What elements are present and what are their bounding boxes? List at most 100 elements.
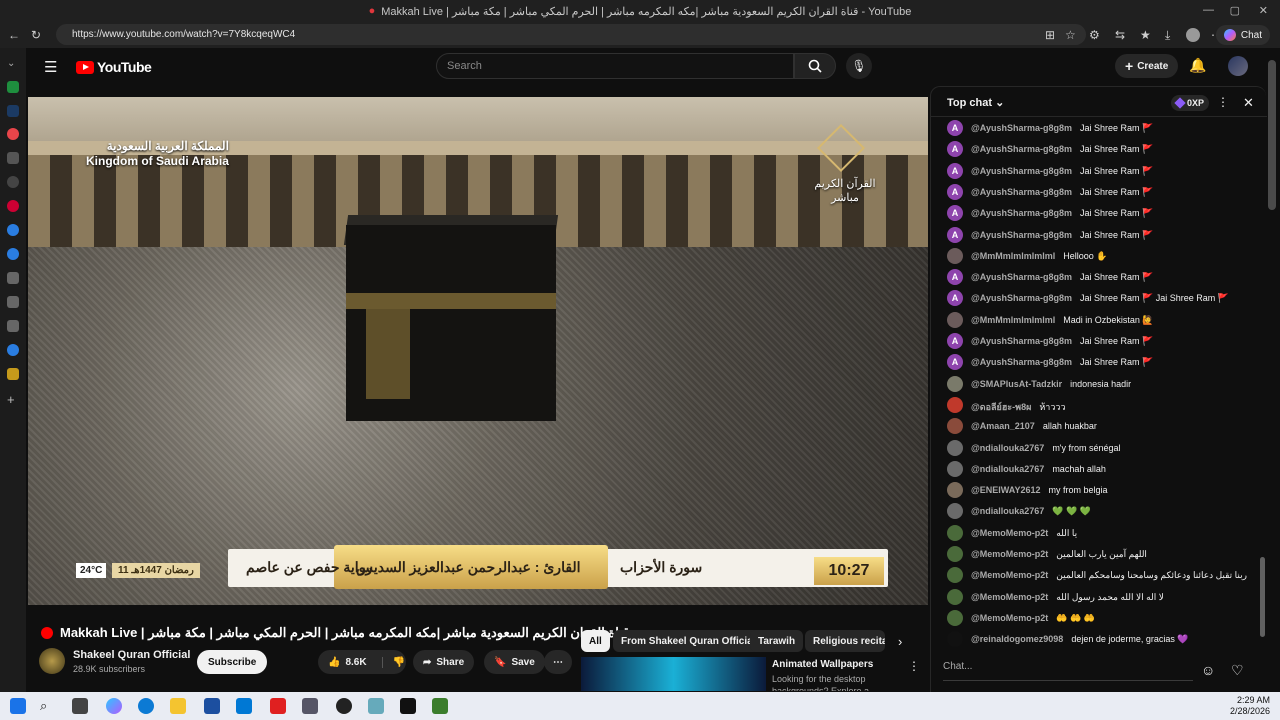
chat-author-name[interactable]: @reinaldogomez9098: [971, 634, 1063, 644]
chat-author-name[interactable]: @MemoMemo-p2t: [971, 613, 1048, 623]
sidebar-collapse-icon[interactable]: ⌄: [7, 58, 19, 70]
taskbar-app4-icon[interactable]: [432, 698, 448, 714]
chat-message[interactable]: @SMAPlusAt-Tadzkir indonesia hadir: [947, 375, 1131, 392]
sidebar-app-record-icon[interactable]: [7, 128, 19, 140]
chat-author-name[interactable]: @MemoMemo-p2t: [971, 549, 1048, 559]
chat-author-avatar[interactable]: A: [947, 269, 963, 286]
copilot-chat-button[interactable]: Chat: [1215, 25, 1270, 45]
subscribe-button[interactable]: Subscribe: [197, 650, 268, 674]
video-player[interactable]: المملكة العربية السعودية Kingdom of Saud…: [28, 97, 928, 605]
chip-religious[interactable]: Religious recitat: [805, 630, 885, 652]
app-available-icon[interactable]: ⊞: [1045, 28, 1055, 42]
chat-message[interactable]: A @AyushSharma-g8g8m Jai Shree Ram 🚩: [947, 205, 1153, 222]
chat-author-avatar[interactable]: A: [947, 290, 963, 307]
close-window-icon[interactable]: ✕: [1259, 4, 1268, 17]
taskbar-search-icon[interactable]: ⌕: [40, 698, 56, 714]
sidebar-app-s-icon[interactable]: [7, 224, 19, 236]
chat-author-avatar[interactable]: [947, 524, 963, 541]
sidebar-app-s2-icon[interactable]: [7, 248, 19, 260]
channel-name[interactable]: Shakeel Quran Official: [73, 649, 190, 661]
chat-author-avatar[interactable]: [947, 503, 963, 520]
sidebar-app-red-icon[interactable]: [7, 200, 19, 212]
chat-author-name[interactable]: @ndiallouka2767: [971, 506, 1044, 516]
taskbar-store-icon[interactable]: [204, 698, 220, 714]
search-button[interactable]: [794, 53, 836, 79]
chat-message[interactable]: @ndiallouka2767 m'y from sénégal: [947, 439, 1121, 456]
chat-author-avatar[interactable]: A: [947, 354, 963, 371]
taskbar-explorer-icon[interactable]: [170, 698, 186, 714]
chat-author-avatar[interactable]: [947, 588, 963, 605]
chat-author-name[interactable]: @ndiallouka2767: [971, 443, 1044, 453]
chip-all[interactable]: All: [581, 630, 610, 652]
taskbar-app-icon[interactable]: [302, 698, 318, 714]
page-scrollbar[interactable]: [1268, 60, 1276, 210]
chat-author-avatar[interactable]: [947, 311, 963, 328]
chat-message[interactable]: @MemoMemo-p2t اللهم آمين يارب العالمين: [947, 546, 1147, 562]
chat-message[interactable]: @MemoMemo-p2t يا الله: [947, 524, 1077, 541]
dislike-icon[interactable]: 👎: [381, 656, 405, 668]
channel-avatar[interactable]: [39, 648, 65, 674]
url-bar[interactable]: https://www.youtube.com/watch?v=7Y8kcqeq…: [56, 24, 1086, 45]
chat-author-name[interactable]: @MemoMemo-p2t: [971, 570, 1048, 580]
chat-message[interactable]: @ENEIWAY2612 my from belgia: [947, 482, 1108, 499]
chat-author-avatar[interactable]: [947, 567, 963, 584]
more-actions-button[interactable]: ⋯: [544, 650, 572, 674]
chips-next-chevron-icon[interactable]: ›: [898, 634, 902, 649]
chat-author-avatar[interactable]: A: [947, 120, 963, 136]
chat-close-icon[interactable]: ✕: [1243, 95, 1254, 111]
profile-icon[interactable]: [1186, 28, 1200, 42]
chat-author-avatar[interactable]: [947, 439, 963, 456]
voice-search-button[interactable]: 🎙: [846, 53, 872, 79]
create-button[interactable]: + Create: [1115, 54, 1179, 78]
chat-author-name[interactable]: @MmMmlmlmlmlml: [971, 251, 1055, 261]
chat-message[interactable]: A @AyushSharma-g8g8m Jai Shree Ram 🚩: [947, 269, 1153, 286]
recommendation-title[interactable]: Animated Wallpapers: [772, 659, 873, 670]
hamburger-menu-icon[interactable]: ☰: [44, 58, 57, 76]
chat-author-name[interactable]: @AyushSharma-g8g8m: [971, 187, 1072, 197]
chip-tarawih[interactable]: Tarawih: [750, 630, 804, 652]
chat-author-name[interactable]: @MemoMemo-p2t: [971, 592, 1048, 602]
chat-author-name[interactable]: @AyushSharma-g8g8m: [971, 144, 1072, 154]
chat-author-name[interactable]: @MemoMemo-p2t: [971, 528, 1048, 538]
favorites-icon[interactable]: ★: [1140, 28, 1151, 42]
chat-message[interactable]: A @AyushSharma-g8g8m Jai Shree Ram 🚩 Jai S…: [947, 290, 1229, 307]
task-view-icon[interactable]: [72, 698, 88, 714]
youtube-logo[interactable]: YouTube: [76, 59, 152, 75]
chat-author-name[interactable]: @AyushSharma-g8g8m: [971, 336, 1072, 346]
chat-input[interactable]: Chat...: [943, 661, 1193, 681]
recommendation-menu-icon[interactable]: ⋮: [908, 659, 920, 673]
sidebar-app-excel-icon[interactable]: [7, 81, 19, 93]
chat-message[interactable]: @ndiallouka2767 machah allah: [947, 460, 1106, 477]
chat-more-icon[interactable]: ⋮: [1217, 95, 1229, 109]
chat-author-name[interactable]: @AyushSharma-g8g8m: [971, 357, 1072, 367]
chat-message[interactable]: @MemoMemo-p2t لا اله الا الله محمد رسول ا…: [947, 588, 1164, 605]
chat-message[interactable]: @MmMmlmlmlmlml Madi in Ozbekistan 🙋: [947, 311, 1154, 328]
chat-message[interactable]: @ndiallouka2767 💚 💚 💚: [947, 503, 1091, 520]
favorite-icon[interactable]: ☆: [1065, 28, 1076, 42]
chat-message[interactable]: A @AyushSharma-g8g8m Jai Shree Ram 🚩: [947, 141, 1153, 158]
heart-icon[interactable]: ♡: [1231, 662, 1244, 679]
sidebar-app-doc3-icon[interactable]: [7, 320, 19, 332]
maximize-icon[interactable]: ▢: [1230, 4, 1240, 17]
xp-badge[interactable]: 0XP: [1171, 95, 1210, 111]
chat-author-avatar[interactable]: [947, 546, 963, 562]
chat-author-avatar[interactable]: [947, 482, 963, 499]
extensions-icon[interactable]: ⚙: [1089, 28, 1100, 42]
search-input[interactable]: Search: [436, 53, 794, 79]
chat-author-name[interactable]: @SMAPlusAt-Tadzkir: [971, 379, 1062, 389]
sidebar-app-s3-icon[interactable]: [7, 344, 19, 356]
chat-author-avatar[interactable]: [947, 375, 963, 392]
refresh-icon[interactable]: ↻: [31, 28, 41, 42]
downloads-icon[interactable]: ⤓: [1165, 28, 1170, 42]
chat-author-avatar[interactable]: [947, 631, 963, 648]
sidebar-add-icon[interactable]: +: [7, 393, 19, 406]
chat-message[interactable]: @MemoMemo-p2t 🤲 🤲 🤲: [947, 609, 1095, 626]
chat-author-name[interactable]: @AyushSharma-g8g8m: [971, 208, 1072, 218]
chip-from-channel[interactable]: From Shakeel Quran Official: [613, 630, 764, 652]
chat-author-name[interactable]: @ดอลีย์ฮะ-พ8ผ: [971, 400, 1031, 414]
split-screen-icon[interactable]: ⇆: [1115, 28, 1125, 42]
chat-message[interactable]: A @AyushSharma-g8g8m Jai Shree Ram 🚩: [947, 333, 1153, 349]
share-button[interactable]: ➦ Share: [413, 650, 475, 674]
taskbar-clock[interactable]: 2:29 AM 2/28/2026: [1230, 695, 1270, 717]
taskbar-outlook-icon[interactable]: [236, 698, 252, 714]
